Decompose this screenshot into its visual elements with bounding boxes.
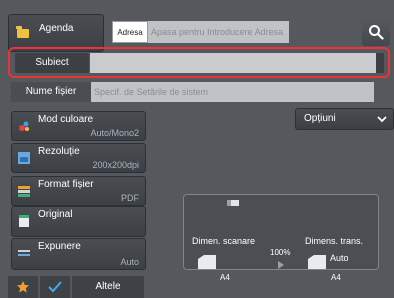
agenda-label: Agenda [39,23,74,34]
exposure-value: Auto [120,257,139,267]
original-button[interactable]: Original [11,206,146,237]
resolution-title: Rezoluție [38,146,80,157]
star-icon [17,281,29,293]
send-paper-icon [308,255,326,269]
file-name-label: Nume fișier [11,82,91,102]
original-title: Original [38,209,73,220]
file-name-input[interactable]: Specif. de Setările de sistem [91,82,374,102]
search-icon [369,25,384,40]
subject-label: Subiect [15,53,89,73]
favorites-button[interactable] [8,276,38,298]
check-icon [48,281,62,293]
file-format-value: PDF [121,193,139,203]
send-size-label: Dimens. trans. [305,236,364,246]
original-document-icon [19,215,29,227]
folder-icon [16,26,29,38]
resolution-value: 200x200dpi [92,160,139,170]
scanner-icon [227,200,239,206]
scan-size-label: Dimen. scanare [192,236,256,246]
scan-paper-icon [198,255,216,269]
scan-paper-size: A4 [220,273,230,282]
subject-input-end [376,53,384,73]
color-mode-icon [19,121,29,131]
send-paper-size: A4 [331,273,341,282]
address-input[interactable]: Apasa pentru Introducere Adresa [148,21,289,43]
exposure-button[interactable]: Expunere Auto [11,238,146,270]
options-dropdown[interactable]: Opțiuni [295,108,394,130]
scan-preview-panel: Dimen. scanare Dimens. trans. 100% Auto … [183,194,379,282]
file-format-icon [18,186,30,197]
resolution-button[interactable]: Rezoluție 200x200dpi [11,143,146,173]
send-auto-value: Auto [330,253,349,263]
color-mode-button[interactable]: Mod culoare Auto/Mono2 [11,111,146,141]
arrow-right-icon [278,261,284,269]
options-label: Opțiuni [304,113,336,124]
search-button[interactable] [362,18,390,46]
confirm-button[interactable] [40,276,70,298]
exposure-icon [18,250,30,256]
subject-input[interactable] [90,53,376,73]
file-format-title: Format fișier [38,179,94,190]
address-tab[interactable]: Adresa [112,21,148,43]
color-mode-title: Mod culoare [38,114,94,125]
color-mode-value: Auto/Mono2 [90,128,139,138]
exposure-title: Expunere [38,241,81,252]
zoom-value: 100% [270,248,291,257]
resolution-icon [18,152,30,164]
other-button[interactable]: Altele [72,276,144,298]
chevron-down-icon [377,116,387,123]
file-format-button[interactable]: Format fișier PDF [11,176,146,206]
